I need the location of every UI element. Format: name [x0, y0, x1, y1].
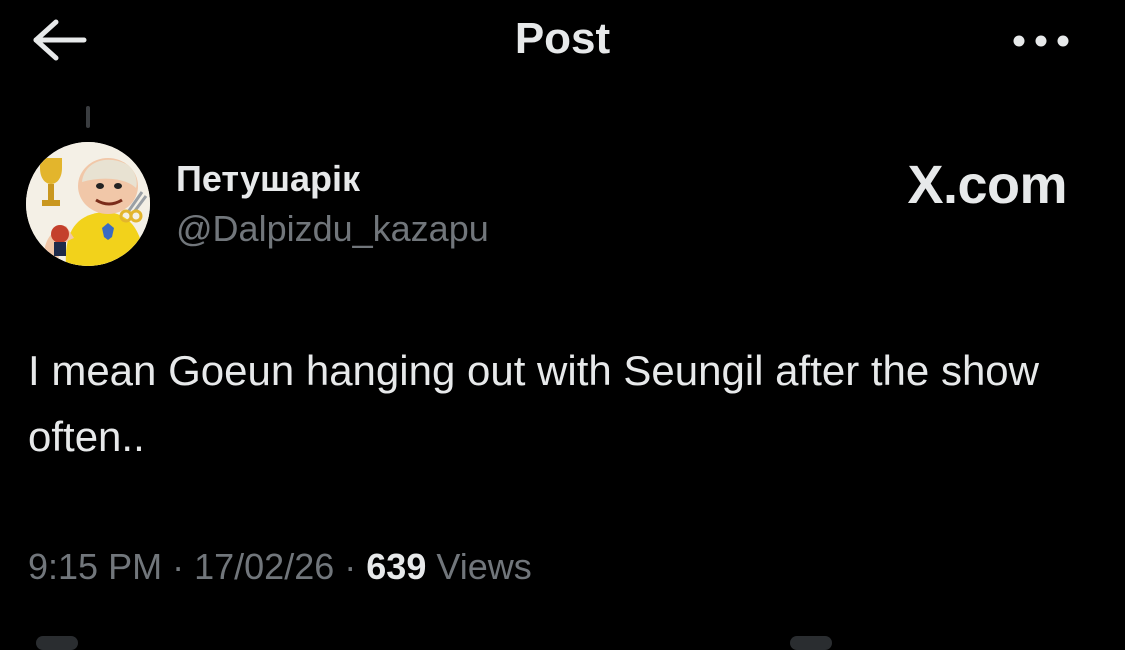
- more-horizontal-icon: [1013, 35, 1069, 47]
- top-navigation-bar: Post: [0, 0, 1125, 84]
- author-display-name[interactable]: Петушарік: [176, 158, 360, 200]
- reply-button[interactable]: [36, 636, 78, 650]
- author-avatar[interactable]: [26, 142, 150, 266]
- back-button[interactable]: [28, 18, 92, 62]
- page-title: Post: [514, 14, 611, 63]
- post-time: 9:15 PM: [28, 546, 163, 587]
- meta-separator: ·: [172, 546, 185, 587]
- author-handle[interactable]: @Dalpizdu_kazapu: [176, 208, 489, 250]
- bookmark-button[interactable]: [790, 636, 832, 650]
- thread-connector-line: [86, 106, 90, 128]
- views-label[interactable]: Views: [436, 546, 531, 587]
- action-bar: [0, 628, 1125, 650]
- cartoon-avatar-icon: [26, 142, 150, 266]
- views-count[interactable]: 639: [366, 546, 426, 587]
- x-com-logo: X.com: [907, 155, 1067, 215]
- arrow-left-icon: [33, 19, 87, 61]
- post-metadata: 9:15 PM · 17/02/26 · 639 Views: [28, 546, 532, 588]
- post-text: I mean Goeun hanging out with Seungil af…: [28, 347, 1039, 460]
- more-options-button[interactable]: [1008, 26, 1078, 56]
- post-date: 17/02/26: [194, 546, 335, 587]
- meta-separator: ·: [344, 546, 357, 587]
